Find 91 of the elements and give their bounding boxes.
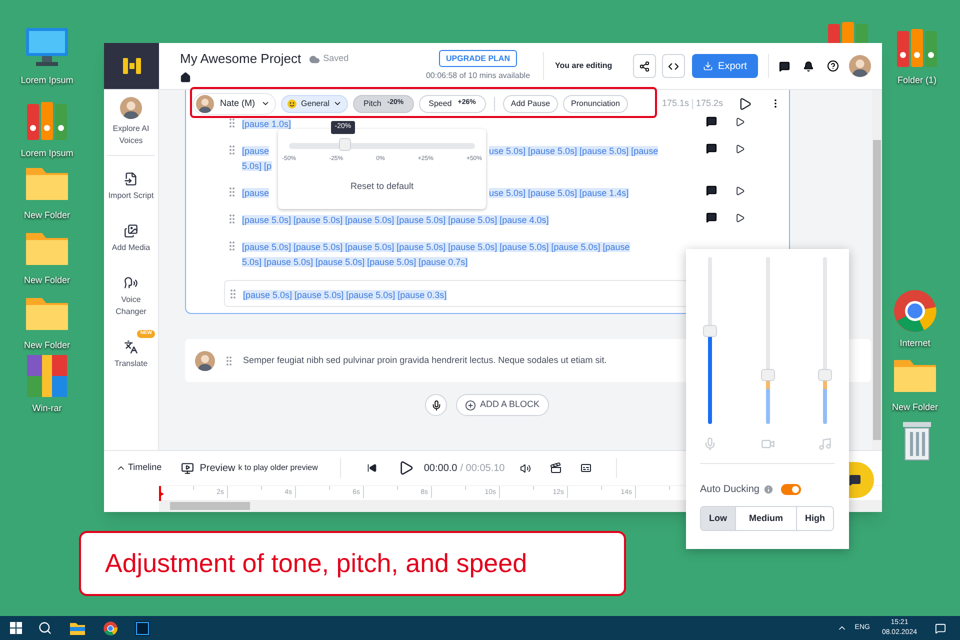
current-time: 00:00.0 [424, 462, 458, 476]
chevron-down-icon [333, 99, 342, 108]
volume-slider[interactable] [703, 257, 717, 424]
playhead-icon[interactable] [159, 486, 164, 501]
editing-status: You are editing [555, 60, 612, 72]
comment-icon[interactable] [706, 212, 717, 223]
sidebar-item[interactable]: Voice Changer [107, 260, 155, 324]
browser-icon [892, 288, 938, 334]
microphone-button[interactable] [425, 394, 447, 416]
music-note-icon [818, 437, 832, 451]
auto-ducking-label: Auto Ducking [700, 483, 760, 497]
reset-button[interactable]: Reset to default [350, 180, 414, 194]
play-icon[interactable] [738, 96, 752, 110]
help-icon[interactable] [827, 60, 839, 72]
media-icon [124, 224, 138, 238]
play-icon[interactable] [735, 186, 745, 196]
notification-icon[interactable] [803, 60, 814, 72]
comment-icon[interactable] [706, 116, 717, 127]
project-title[interactable]: My Awesome Project [180, 49, 302, 69]
style-selector[interactable]: General [281, 94, 348, 112]
chevron-down-icon [261, 99, 270, 108]
volume-slider[interactable] [818, 257, 832, 424]
upgrade-button[interactable]: UPGRADE PLAN [438, 50, 517, 67]
clapperboard-icon[interactable] [550, 462, 562, 474]
export-button[interactable]: Export [692, 54, 758, 78]
volume-slider[interactable] [760, 257, 774, 424]
start-icon[interactable] [10, 622, 22, 634]
plus-icon [465, 400, 476, 410]
toolbar-chip[interactable]: Add Pause [502, 94, 558, 112]
play-icon[interactable] [735, 144, 745, 154]
skip-back-icon[interactable] [366, 463, 377, 473]
search-icon[interactable] [38, 621, 52, 635]
play-icon[interactable] [398, 460, 414, 476]
play-icon[interactable] [735, 212, 745, 222]
timeline-toggle[interactable]: Timeline [116, 461, 162, 475]
chat-icon[interactable] [779, 60, 790, 72]
browser-icon[interactable] [103, 620, 118, 636]
add-block-button[interactable]: ADD A BLOCK [456, 394, 549, 416]
voice-avatar [196, 94, 214, 112]
duration-text: 175.1s [662, 96, 689, 110]
share-button[interactable] [633, 54, 656, 78]
photo-editor-icon[interactable] [135, 620, 150, 636]
caption-text: Adjustment of tone, pitch, and speed [105, 547, 528, 580]
voice-avatar [195, 350, 215, 370]
sidebar-item[interactable]: Add Media [107, 208, 155, 260]
user-avatar [849, 55, 871, 77]
smiley-icon [287, 98, 298, 108]
cloud-icon [309, 54, 320, 64]
comment-icon[interactable] [706, 143, 717, 154]
archive-icon [24, 353, 70, 399]
voice-changer-icon [124, 276, 138, 290]
slider-thumb[interactable] [703, 325, 717, 338]
total-duration-text: 175.2s [696, 96, 723, 110]
slider-thumb[interactable] [818, 368, 832, 381]
share-icon [639, 60, 650, 72]
script-text[interactable]: Semper feugiat nibh sed pulvinar proin gravida hendrerit lectus. Neque sodales ut etiam sit. [243, 354, 607, 368]
notification-icon[interactable] [935, 622, 946, 634]
folder-icon[interactable] [70, 622, 85, 634]
usage-text: 00:06:58 of 10 mins available [426, 70, 530, 82]
voice-selector[interactable]: Nate (M) [193, 92, 276, 114]
slider-thumb[interactable] [760, 368, 774, 381]
preview-label[interactable]: Preview [200, 460, 236, 476]
save-status: Saved [323, 52, 349, 66]
scrollbar[interactable] [872, 90, 882, 450]
preview-icon[interactable] [180, 462, 194, 474]
embed-button[interactable] [662, 54, 685, 78]
logo-icon[interactable] [122, 58, 140, 74]
scrollbar[interactable] [170, 502, 250, 510]
auto-ducking-toggle[interactable] [781, 484, 802, 495]
sidebar-item[interactable]: Import Script [107, 156, 155, 208]
download-icon [703, 61, 714, 71]
total-time: / 00:05.10 [460, 462, 505, 476]
captions-icon[interactable] [580, 462, 592, 474]
chat-icon [849, 474, 861, 486]
microphone-icon [703, 437, 717, 451]
video-camera-icon [760, 437, 774, 451]
translate-icon [124, 340, 138, 354]
home-icon[interactable] [180, 72, 191, 83]
ducking-level-option[interactable]: High [796, 507, 833, 530]
microphone-icon [430, 400, 442, 410]
preview-hint: k to play older preview [238, 462, 318, 474]
toolbar-chip[interactable]: Pronunciation [563, 94, 628, 112]
volume-icon[interactable] [520, 462, 531, 474]
info-icon[interactable] [763, 484, 774, 495]
import-icon [124, 172, 138, 186]
voice-avatar [120, 97, 142, 119]
play-icon[interactable] [735, 116, 745, 126]
code-icon [668, 60, 679, 72]
comment-icon[interactable] [706, 185, 717, 196]
ducking-level-option[interactable]: Low [701, 507, 735, 530]
slider-thumb[interactable] [338, 138, 351, 151]
